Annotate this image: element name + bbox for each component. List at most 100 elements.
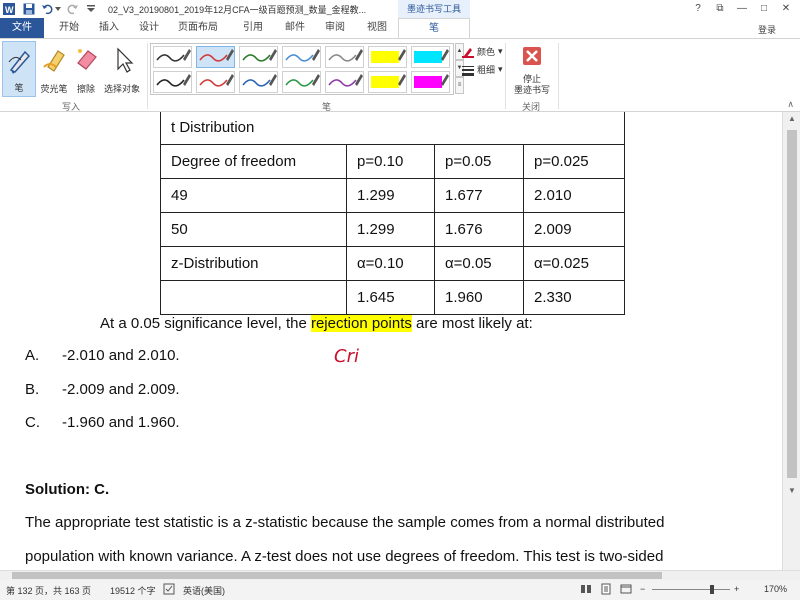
scroll-down-arrow[interactable]: ▼ bbox=[783, 484, 800, 498]
pen-swatch[interactable] bbox=[282, 46, 321, 68]
horizontal-scrollbar[interactable] bbox=[0, 570, 800, 580]
zoom-level[interactable]: 170% bbox=[764, 584, 787, 594]
pen-swatch[interactable] bbox=[325, 46, 364, 68]
tab-layout[interactable]: 页面布局 bbox=[172, 18, 224, 38]
highlighter-button[interactable]: 荧光笔 bbox=[38, 41, 70, 97]
t-distribution-table: t Distribution Degree of freedom p=0.10 … bbox=[160, 112, 625, 315]
table-cell: α=0.10 bbox=[346, 245, 435, 281]
stop-icon bbox=[523, 47, 541, 65]
table-row: 1.645 1.960 2.330 bbox=[160, 279, 625, 315]
pen-stroke-icon bbox=[328, 49, 363, 62]
pen-swatch[interactable] bbox=[153, 46, 192, 68]
svg-text:Cri: Cri bbox=[334, 346, 359, 367]
tab-mailings[interactable]: 邮件 bbox=[278, 18, 312, 38]
pen-stroke-icon bbox=[285, 74, 320, 87]
maximize-button[interactable]: □ bbox=[754, 2, 774, 16]
highlighter-swatch[interactable] bbox=[368, 46, 407, 68]
table-cell: 2.010 bbox=[523, 177, 625, 213]
table-cell: 1.960 bbox=[434, 279, 524, 315]
line-weight-icon bbox=[462, 65, 474, 76]
highlighter-stroke-icon bbox=[371, 74, 406, 88]
page-count[interactable]: 第 132 页，共 163 页 bbox=[6, 584, 91, 597]
table-cell: 50 bbox=[160, 211, 347, 247]
login-link[interactable]: 登录 bbox=[758, 23, 776, 36]
eraser-icon bbox=[77, 49, 97, 70]
pen-icon bbox=[8, 50, 31, 74]
tab-view[interactable]: 视图 bbox=[360, 18, 394, 38]
tab-insert[interactable]: 插入 bbox=[92, 18, 126, 38]
table-cell: 2.330 bbox=[523, 279, 625, 315]
table-header-cell: p=0.025 bbox=[523, 143, 625, 179]
pen-swatch[interactable] bbox=[239, 46, 278, 68]
pen-swatch[interactable] bbox=[196, 71, 235, 93]
tab-file[interactable]: 文件 bbox=[0, 18, 44, 38]
ink-tools-context-title: 墨迹书写工具 bbox=[398, 0, 470, 18]
tab-home[interactable]: 开始 bbox=[52, 18, 86, 38]
web-layout-icon[interactable] bbox=[620, 583, 632, 597]
highlighter-stroke-icon bbox=[414, 74, 449, 88]
table-cell bbox=[160, 279, 347, 315]
pen-button[interactable]: 笔 bbox=[2, 41, 36, 97]
pen-stroke-icon bbox=[199, 74, 234, 87]
pen-swatch[interactable] bbox=[282, 71, 321, 93]
table-row: 49 1.299 1.677 2.010 bbox=[160, 177, 625, 213]
help-button[interactable]: ? bbox=[688, 2, 708, 16]
stop-inking-button[interactable]: 停止 墨迹书写 bbox=[510, 41, 554, 97]
scroll-thumb[interactable] bbox=[787, 130, 797, 478]
scroll-up-arrow[interactable]: ▲ bbox=[783, 112, 800, 126]
highlighter-swatch[interactable] bbox=[411, 46, 450, 68]
select-objects-button[interactable]: 选择对象 bbox=[102, 41, 142, 97]
read-mode-icon[interactable] bbox=[580, 583, 592, 597]
highlighter-swatch[interactable] bbox=[411, 71, 450, 93]
option-letter: B. bbox=[25, 381, 40, 398]
close-button[interactable]: ✕ bbox=[776, 2, 796, 16]
tab-review[interactable]: 审阅 bbox=[318, 18, 352, 38]
pen-swatch[interactable] bbox=[153, 71, 192, 93]
scroll-thumb[interactable] bbox=[12, 572, 662, 579]
undo-icon[interactable] bbox=[40, 2, 54, 16]
highlighter-stroke-icon bbox=[371, 49, 406, 63]
zoom-slider-track[interactable] bbox=[652, 589, 730, 590]
pen-stroke-icon bbox=[242, 74, 277, 87]
pen-stroke-icon bbox=[199, 49, 234, 62]
table-header-cell: Degree of freedom bbox=[160, 143, 347, 179]
table-cell: 49 bbox=[160, 177, 347, 213]
proofing-icon[interactable] bbox=[163, 583, 175, 597]
minimize-button[interactable]: — bbox=[732, 2, 752, 16]
table-cell: 1.645 bbox=[346, 279, 435, 315]
highlighter-swatch[interactable] bbox=[368, 71, 407, 93]
language-indicator[interactable]: 英语(美国) bbox=[183, 584, 225, 597]
ribbon-tabs: 文件 开始 插入 设计 页面布局 引用 邮件 审阅 视图 笔 登录 bbox=[0, 18, 800, 39]
undo-dropdown-icon[interactable] bbox=[54, 2, 62, 16]
table-cell: 1.299 bbox=[346, 177, 435, 213]
pen-swatch[interactable] bbox=[325, 71, 364, 93]
ribbon-separator bbox=[505, 43, 506, 109]
gallery-more-button[interactable]: ≡ bbox=[455, 77, 464, 94]
save-icon[interactable] bbox=[22, 2, 36, 16]
solution-label: Solution: C. bbox=[25, 481, 110, 498]
highlighted-text: rejection points bbox=[310, 315, 412, 332]
pen-weight-dropdown[interactable]: 粗细 ▾ bbox=[462, 63, 503, 76]
eraser-button[interactable]: 擦除 bbox=[72, 41, 100, 97]
print-layout-icon[interactable] bbox=[600, 583, 612, 597]
zoom-slider-thumb[interactable] bbox=[710, 585, 714, 594]
document-page[interactable]: t Distribution Degree of freedom p=0.10 … bbox=[0, 112, 782, 570]
highlighter-stroke-icon bbox=[414, 49, 449, 63]
pen-swatch[interactable] bbox=[196, 46, 235, 68]
ribbon: 笔 荧光笔 擦除 选择对象 写入 ▲ ▼ ≡ 颜色 ▾ 粗细 ▾ 笔 停止 墨迹… bbox=[0, 38, 800, 112]
tab-references[interactable]: 引用 bbox=[236, 18, 270, 38]
zoom-in-button[interactable]: + bbox=[734, 584, 739, 594]
pen-color-dropdown[interactable]: 颜色 ▾ bbox=[462, 45, 503, 58]
pen-stroke-icon bbox=[328, 74, 363, 87]
tab-pens[interactable]: 笔 bbox=[398, 18, 470, 39]
ribbon-display-options-button[interactable]: ⧉ bbox=[710, 2, 730, 16]
customize-toolbar-icon[interactable] bbox=[84, 2, 98, 16]
word-count[interactable]: 19512 个字 bbox=[110, 584, 156, 597]
redo-icon[interactable] bbox=[66, 2, 80, 16]
collapse-ribbon-icon[interactable]: ∧ bbox=[787, 99, 794, 110]
tab-design[interactable]: 设计 bbox=[132, 18, 166, 38]
pen-swatch[interactable] bbox=[239, 71, 278, 93]
status-bar: 第 132 页，共 163 页 19512 个字 英语(美国) − + 170% bbox=[0, 580, 800, 600]
vertical-scrollbar[interactable]: ▲ ▼ bbox=[782, 112, 800, 570]
zoom-out-button[interactable]: − bbox=[640, 584, 645, 594]
